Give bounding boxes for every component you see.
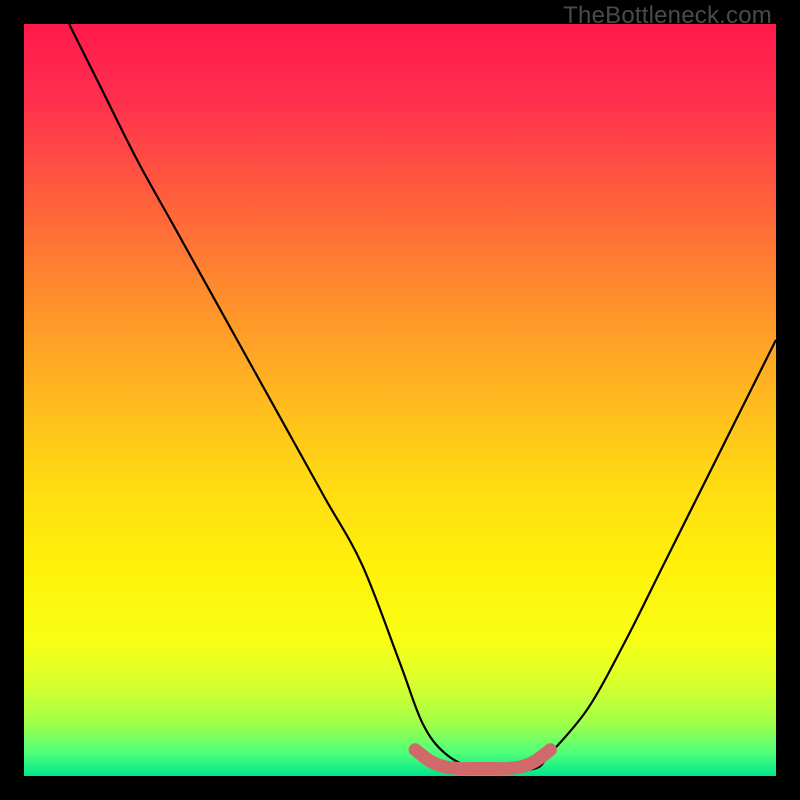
bottleneck-chart (24, 24, 776, 776)
chart-frame (24, 24, 776, 776)
